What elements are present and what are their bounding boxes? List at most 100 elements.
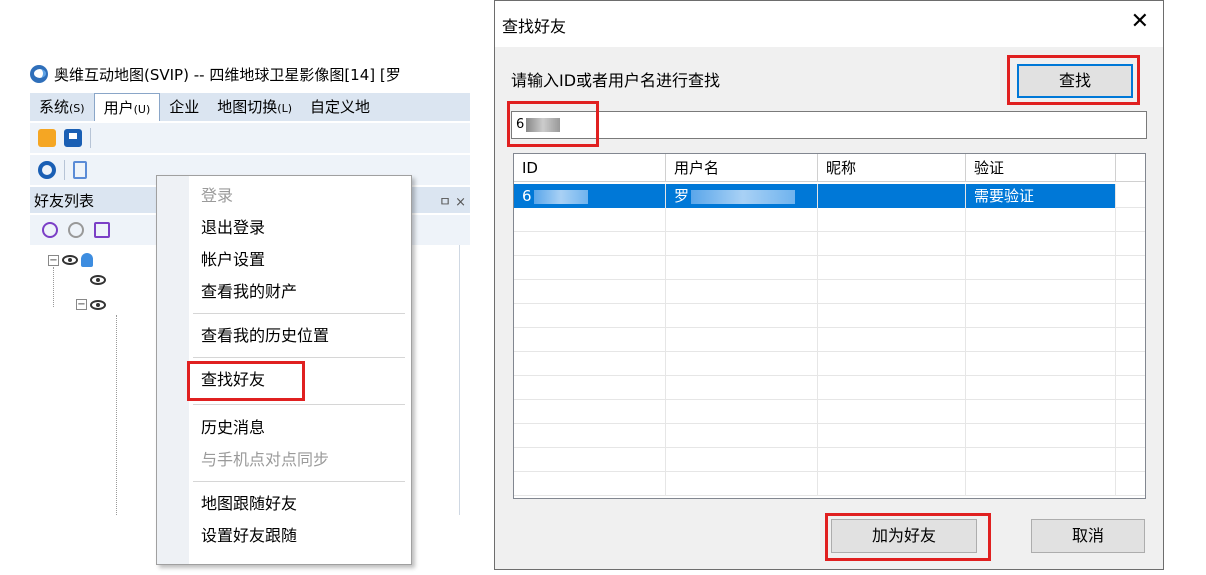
empty-cell <box>818 352 966 376</box>
window-title: 奥维互动地图(SVIP) -- 四维地球卫星影像图[14] [罗 <box>54 65 401 84</box>
empty-cell <box>818 328 966 352</box>
empty-table-row <box>514 352 1145 376</box>
column-header-verify[interactable]: 验证 <box>966 154 1116 182</box>
toolbar-separator <box>64 160 65 180</box>
empty-cell <box>966 352 1116 376</box>
empty-cell <box>666 376 818 400</box>
empty-cell <box>514 448 666 472</box>
collapse-icon[interactable]: − <box>48 254 59 266</box>
message-icon[interactable] <box>68 222 84 238</box>
tree-node-child[interactable]: − <box>76 299 106 310</box>
empty-cell <box>966 400 1116 424</box>
page-icon[interactable] <box>73 161 87 179</box>
search-icon[interactable] <box>42 222 58 238</box>
menu-bar: 系统(S) 用户(U) 企业 地图切换(L) 自定义地 <box>30 93 470 121</box>
menu-item-history-location[interactable]: 查看我的历史位置 <box>201 322 329 346</box>
empty-cell <box>514 328 666 352</box>
empty-cell <box>966 232 1116 256</box>
menu-item-view-assets[interactable]: 查看我的财产 <box>201 278 297 302</box>
cancel-button[interactable]: 取消 <box>1031 519 1145 553</box>
empty-table-row <box>514 400 1145 424</box>
menu-item-history-messages[interactable]: 历史消息 <box>201 414 265 438</box>
redacted-text <box>691 189 796 204</box>
cell-id-text: 6 <box>522 187 532 205</box>
toolbar-separator <box>90 128 91 148</box>
empty-cell <box>514 232 666 256</box>
empty-cell <box>966 424 1116 448</box>
window-title-bar: 奥维互动地图(SVIP) -- 四维地球卫星影像图[14] [罗 <box>30 61 401 87</box>
menu-item-map-follow-friend[interactable]: 地图跟随好友 <box>201 490 297 514</box>
menu-separator <box>193 357 405 358</box>
highlight-box <box>1007 55 1140 105</box>
close-icon[interactable]: ✕ <box>1131 11 1149 33</box>
table-row[interactable]: 6 罗 需要验证 <box>514 184 1145 208</box>
menu-item-logout[interactable]: 退出登录 <box>201 214 265 238</box>
cell-username-text: 罗 <box>674 187 690 205</box>
empty-table-row <box>514 376 1145 400</box>
empty-cell <box>818 232 966 256</box>
column-header-username[interactable]: 用户名 <box>666 154 818 182</box>
eye-icon[interactable] <box>90 299 106 310</box>
empty-cell <box>514 376 666 400</box>
empty-cell <box>966 448 1116 472</box>
empty-cell <box>666 424 818 448</box>
empty-cell <box>666 472 818 496</box>
search-prompt: 请输入ID或者用户名进行查找 <box>511 71 721 90</box>
empty-cell <box>966 256 1116 280</box>
menu-enterprise[interactable]: 企业 <box>160 93 208 121</box>
panel-pin-close-controls[interactable]: ㅁ × <box>439 191 466 210</box>
menu-separator <box>193 481 405 482</box>
dialog-title-bar: 查找好友 ✕ <box>495 1 1163 47</box>
empty-table-row <box>514 280 1145 304</box>
empty-cell <box>818 256 966 280</box>
empty-cell <box>666 448 818 472</box>
main-window: 奥维互动地图(SVIP) -- 四维地球卫星影像图[14] [罗 系统(S) 用… <box>30 55 470 565</box>
menu-user[interactable]: 用户(U) <box>93 93 161 121</box>
menu-map-switch[interactable]: 地图切换(L) <box>208 93 301 121</box>
empty-cell <box>514 472 666 496</box>
menu-system[interactable]: 系统(S) <box>30 93 94 121</box>
tree-line <box>53 267 54 307</box>
empty-cell <box>514 352 666 376</box>
highlight-box <box>825 513 991 561</box>
empty-cell <box>514 208 666 232</box>
empty-cell <box>666 328 818 352</box>
column-header-id[interactable]: ID <box>514 154 666 182</box>
panel-title: 好友列表 <box>34 191 95 210</box>
empty-cell <box>818 472 966 496</box>
collapse-icon[interactable]: − <box>76 299 87 310</box>
mail-icon[interactable] <box>94 222 110 238</box>
empty-cell <box>818 208 966 232</box>
empty-cell <box>966 280 1116 304</box>
open-folder-icon[interactable] <box>38 129 56 147</box>
menu-item-account-settings[interactable]: 帐户设置 <box>201 246 265 270</box>
empty-cell <box>966 328 1116 352</box>
save-icon[interactable] <box>64 129 82 147</box>
dialog-title: 查找好友 <box>502 17 567 36</box>
find-friend-dialog: 查找好友 ✕ 请输入ID或者用户名进行查找 查找 6 ID 用户名 昵称 验证 … <box>494 0 1164 570</box>
empty-table-row <box>514 472 1145 496</box>
tree-node-root[interactable]: − <box>48 253 93 267</box>
empty-cell <box>514 304 666 328</box>
menu-item-set-friend-follow[interactable]: 设置好友跟随 <box>201 522 297 546</box>
empty-cell <box>514 424 666 448</box>
empty-cell <box>666 352 818 376</box>
empty-cell <box>514 400 666 424</box>
highlight-box <box>187 361 305 401</box>
empty-cell <box>666 256 818 280</box>
eye-icon[interactable] <box>62 255 78 265</box>
menu-gutter <box>157 176 189 564</box>
empty-cell <box>666 280 818 304</box>
user-dropdown-menu: 登录 退出登录 帐户设置 查看我的财产 查看我的历史位置 查找好友 历史消息 与… <box>156 175 412 565</box>
menu-custom[interactable]: 自定义地 <box>301 93 379 121</box>
empty-table-row <box>514 208 1145 232</box>
menu-separator <box>193 404 405 405</box>
empty-table-row <box>514 256 1145 280</box>
gear-icon[interactable] <box>38 161 56 179</box>
menu-item-phone-sync: 与手机点对点同步 <box>201 450 330 469</box>
eye-icon[interactable] <box>90 275 106 285</box>
empty-cell <box>666 208 818 232</box>
column-header-nickname[interactable]: 昵称 <box>818 154 966 182</box>
search-input[interactable]: 6 <box>511 111 1147 139</box>
tree-node-child[interactable] <box>90 275 106 285</box>
